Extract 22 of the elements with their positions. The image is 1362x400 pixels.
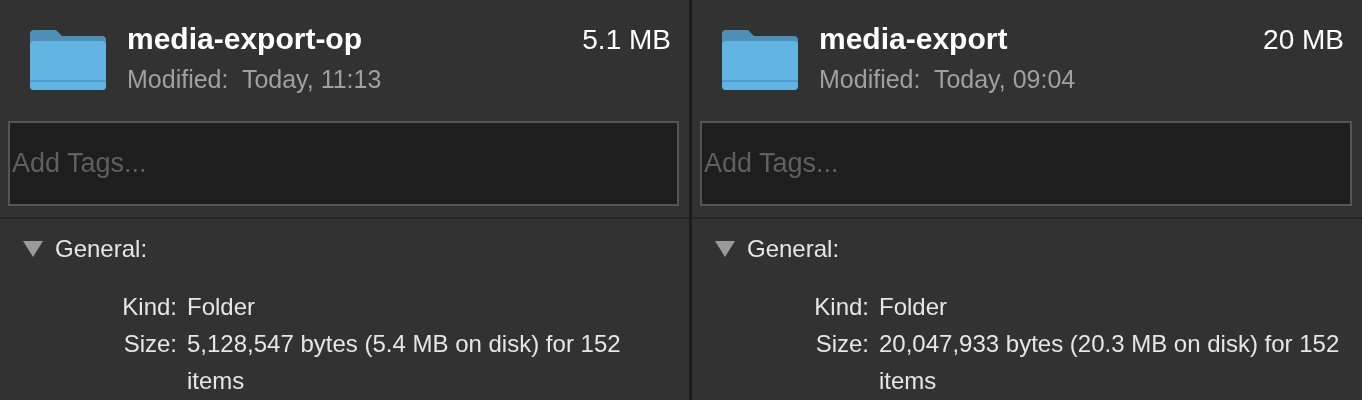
tags-field[interactable]: Add Tags... bbox=[8, 121, 679, 206]
property-label: Size: bbox=[814, 329, 869, 359]
folder-size: 5.1 MB bbox=[582, 24, 671, 56]
modified-date: Modified: Today, 11:13 bbox=[127, 65, 383, 94]
property-value: 20,047,933 bytes (20.3 MB on disk) for 152 items bbox=[879, 329, 1341, 396]
section-title: General: bbox=[747, 235, 840, 263]
folder-icon bbox=[720, 28, 800, 92]
modified-date: Modified: Today, 09:04 bbox=[819, 65, 1077, 94]
tags-field[interactable]: Add Tags... bbox=[700, 121, 1352, 206]
folder-size: 20 MB bbox=[1263, 24, 1344, 56]
property-label: Kind: bbox=[813, 292, 869, 322]
disclosure-triangle-icon[interactable] bbox=[714, 240, 736, 258]
property-label: Kind: bbox=[121, 292, 177, 322]
section-title: General: bbox=[55, 235, 148, 263]
property-label: Size: bbox=[122, 329, 177, 359]
folder-name: media-export-op bbox=[127, 22, 363, 56]
property-value: 5,128,547 bytes (5.4 MB on disk) for 152 items bbox=[187, 329, 622, 396]
folder-icon bbox=[28, 28, 108, 92]
property-value: Folder bbox=[187, 292, 257, 322]
property-value: Folder bbox=[879, 292, 949, 322]
folder-name: media-export bbox=[819, 22, 1008, 56]
disclosure-triangle-icon[interactable] bbox=[22, 240, 44, 258]
